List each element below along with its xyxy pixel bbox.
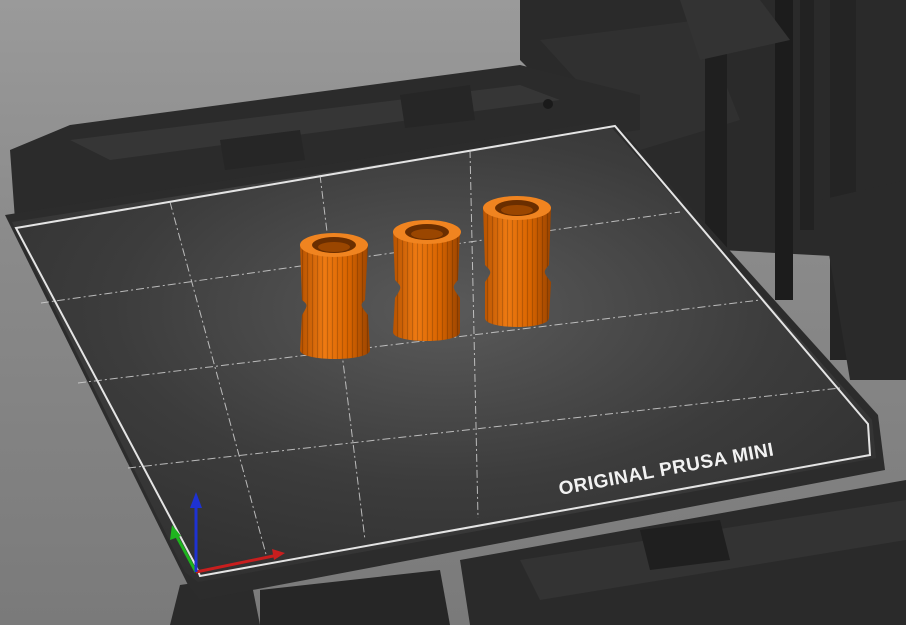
object-2[interactable]	[393, 220, 461, 341]
object-1[interactable]	[300, 233, 370, 359]
scene-svg[interactable]: ORIGINAL PRUSA MINI	[0, 0, 906, 625]
3d-viewport[interactable]: ORIGINAL PRUSA MINI	[0, 0, 906, 625]
object-3[interactable]	[483, 196, 551, 327]
